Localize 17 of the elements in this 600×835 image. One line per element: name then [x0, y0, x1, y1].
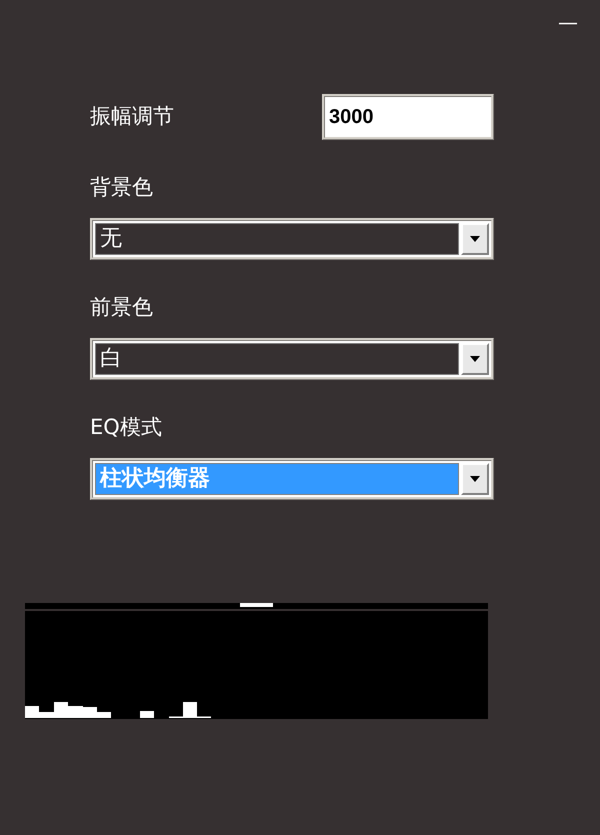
dropdown[interactable]: 白 — [90, 338, 494, 380]
dropdown[interactable]: 无 — [90, 218, 494, 260]
dropdown-label: 前景色 — [90, 294, 154, 320]
dropdown-value: 无 — [100, 228, 122, 250]
amplitude-label: 振幅调节 — [90, 103, 174, 130]
dropdown-arrow-button[interactable] — [461, 463, 489, 495]
dropdown-arrow-button[interactable] — [461, 343, 489, 375]
dropdown-label: 背景色 — [90, 174, 154, 200]
amplitude-field[interactable]: 3000 — [322, 94, 494, 140]
caret-icon — [470, 236, 480, 242]
dropdown-arrow-button[interactable] — [461, 223, 489, 255]
caret-icon — [470, 476, 480, 482]
minimize-button[interactable]: — — [558, 12, 578, 32]
dropdown-label: EQ模式 — [90, 414, 163, 440]
dropdown-value: 柱状均衡器 — [100, 468, 210, 490]
dropdown-value: 白 — [100, 348, 122, 370]
caret-icon — [470, 356, 480, 362]
